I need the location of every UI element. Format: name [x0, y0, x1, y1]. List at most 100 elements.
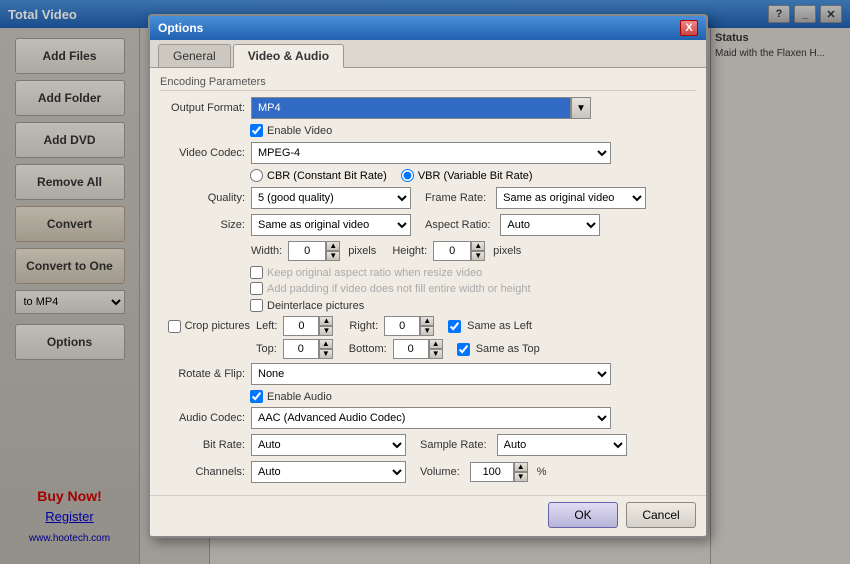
video-codec-select[interactable]: MPEG-4: [251, 142, 611, 164]
output-format-dropdown[interactable]: ▼: [571, 97, 591, 119]
bit-rate-select[interactable]: Auto: [251, 434, 406, 456]
deinterlace-label: Deinterlace pictures: [267, 300, 364, 312]
channels-label: Channels:: [160, 466, 245, 478]
cancel-button[interactable]: Cancel: [626, 502, 696, 528]
output-format-row: Output Format: MP4 ▼: [160, 97, 696, 119]
vbr-radio-label: VBR (Variable Bit Rate): [401, 169, 533, 182]
top-spin-up[interactable]: ▲: [319, 339, 333, 349]
deinterlace-row: Deinterlace pictures: [250, 299, 696, 312]
output-format-control: MP4 ▼: [251, 97, 591, 119]
height-spinbox: ▲ ▼: [433, 241, 485, 261]
cbr-radio[interactable]: [250, 169, 263, 182]
cbr-radio-label: CBR (Constant Bit Rate): [250, 169, 387, 182]
width-pixels-label: pixels: [348, 245, 376, 257]
bottom-spin-down[interactable]: ▼: [429, 349, 443, 359]
deinterlace-checkbox[interactable]: [250, 299, 263, 312]
height-spin-up[interactable]: ▲: [471, 241, 485, 251]
ok-button[interactable]: OK: [548, 502, 618, 528]
bitrate-mode-row: CBR (Constant Bit Rate) VBR (Variable Bi…: [250, 169, 696, 182]
dialog-titlebar: Options X: [150, 16, 706, 40]
same-as-top-checkbox[interactable]: [457, 343, 470, 356]
same-as-top-label: Same as Top: [476, 343, 540, 355]
right-spin-up[interactable]: ▲: [420, 316, 434, 326]
width-input[interactable]: [288, 241, 326, 261]
channels-select[interactable]: Auto: [251, 461, 406, 483]
width-height-row: Width: ▲ ▼ pixels Height: ▲ ▼ pixels: [160, 241, 696, 261]
audio-codec-select[interactable]: AAC (Advanced Audio Codec): [251, 407, 611, 429]
width-spin-up[interactable]: ▲: [326, 241, 340, 251]
right-input[interactable]: [384, 316, 420, 336]
add-padding-checkbox[interactable]: [250, 282, 263, 295]
height-spin-down[interactable]: ▼: [471, 251, 485, 261]
channels-volume-row: Channels: Auto Volume: ▲ ▼ %: [160, 461, 696, 483]
top-spin-down[interactable]: ▼: [319, 349, 333, 359]
volume-spin-down[interactable]: ▼: [514, 472, 528, 482]
keep-ratio-row: Keep original aspect ratio when resize v…: [250, 266, 696, 279]
quality-label: Quality:: [160, 192, 245, 204]
quality-select[interactable]: 5 (good quality): [251, 187, 411, 209]
left-label: Left:: [256, 320, 277, 332]
size-label: Size:: [160, 219, 245, 231]
enable-video-checkbox[interactable]: [250, 124, 263, 137]
top-input[interactable]: [283, 339, 319, 359]
output-format-label: Output Format:: [160, 102, 245, 114]
enable-video-label: Enable Video: [267, 125, 332, 137]
dialog-title: Options: [158, 21, 203, 35]
top-bottom-row: Top: ▲ ▼ Bottom: ▲ ▼ Same as Top: [160, 339, 696, 359]
dialog-tabs: General Video & Audio: [150, 40, 706, 68]
height-spin-buttons: ▲ ▼: [471, 241, 485, 261]
options-dialog: Options X General Video & Audio Encoding…: [148, 14, 708, 538]
enable-video-row: Enable Video: [250, 124, 696, 137]
keep-ratio-checkbox[interactable]: [250, 266, 263, 279]
tab-general[interactable]: General: [158, 44, 231, 67]
enable-audio-label: Enable Audio: [267, 391, 332, 403]
left-input[interactable]: [283, 316, 319, 336]
height-input[interactable]: [433, 241, 471, 261]
size-aspect-row: Size: Same as original video Aspect Rati…: [160, 214, 696, 236]
same-as-left-label: Same as Left: [467, 320, 532, 332]
crop-label: Crop pictures: [185, 320, 250, 332]
top-spinbox: ▲ ▼: [283, 339, 333, 359]
enable-audio-checkbox[interactable]: [250, 390, 263, 403]
framerate-label: Frame Rate:: [425, 192, 486, 204]
bit-rate-label: Bit Rate:: [160, 439, 245, 451]
framerate-select[interactable]: Same as original video: [496, 187, 646, 209]
volume-input[interactable]: [470, 462, 514, 482]
bottom-spin-up[interactable]: ▲: [429, 339, 443, 349]
crop-checkbox-container: Crop pictures: [160, 320, 250, 333]
volume-label: Volume:: [420, 466, 460, 478]
volume-spin-up[interactable]: ▲: [514, 462, 528, 472]
sample-rate-select[interactable]: Auto: [497, 434, 627, 456]
add-padding-row: Add padding if video does not fill entir…: [250, 282, 696, 295]
dialog-close-button[interactable]: X: [680, 20, 698, 36]
audio-codec-row: Audio Codec: AAC (Advanced Audio Codec): [160, 407, 696, 429]
left-spin-down[interactable]: ▼: [319, 326, 333, 336]
width-spin-buttons: ▲ ▼: [326, 241, 340, 261]
enable-audio-row: Enable Audio: [250, 390, 696, 403]
left-spinbox: ▲ ▼: [283, 316, 333, 336]
top-label: Top:: [256, 343, 277, 355]
right-spin-down[interactable]: ▼: [420, 326, 434, 336]
add-padding-label: Add padding if video does not fill entir…: [267, 283, 531, 295]
volume-spin-buttons: ▲ ▼: [514, 462, 528, 482]
dialog-content: Encoding Parameters Output Format: MP4 ▼…: [150, 68, 706, 495]
rotate-flip-row: Rotate & Flip: None: [160, 363, 696, 385]
rotate-flip-select[interactable]: None: [251, 363, 611, 385]
aspect-select[interactable]: Auto: [500, 214, 600, 236]
right-spinbox: ▲ ▼: [384, 316, 434, 336]
bitrate-samplerate-row: Bit Rate: Auto Sample Rate: Auto: [160, 434, 696, 456]
same-as-left-checkbox[interactable]: [448, 320, 461, 333]
bottom-input[interactable]: [393, 339, 429, 359]
output-format-value[interactable]: MP4: [251, 97, 571, 119]
size-select[interactable]: Same as original video: [251, 214, 411, 236]
video-codec-label: Video Codec:: [160, 147, 245, 159]
rotate-flip-label: Rotate & Flip:: [160, 368, 245, 380]
right-spin-buttons: ▲ ▼: [420, 316, 434, 336]
vbr-radio[interactable]: [401, 169, 414, 182]
width-spin-down[interactable]: ▼: [326, 251, 340, 261]
tab-video-audio[interactable]: Video & Audio: [233, 44, 344, 68]
crop-checkbox[interactable]: [168, 320, 181, 333]
quality-framerate-row: Quality: 5 (good quality) Frame Rate: Sa…: [160, 187, 696, 209]
crop-row: Crop pictures Left: ▲ ▼ Right: ▲ ▼ Same …: [160, 316, 696, 336]
left-spin-up[interactable]: ▲: [319, 316, 333, 326]
